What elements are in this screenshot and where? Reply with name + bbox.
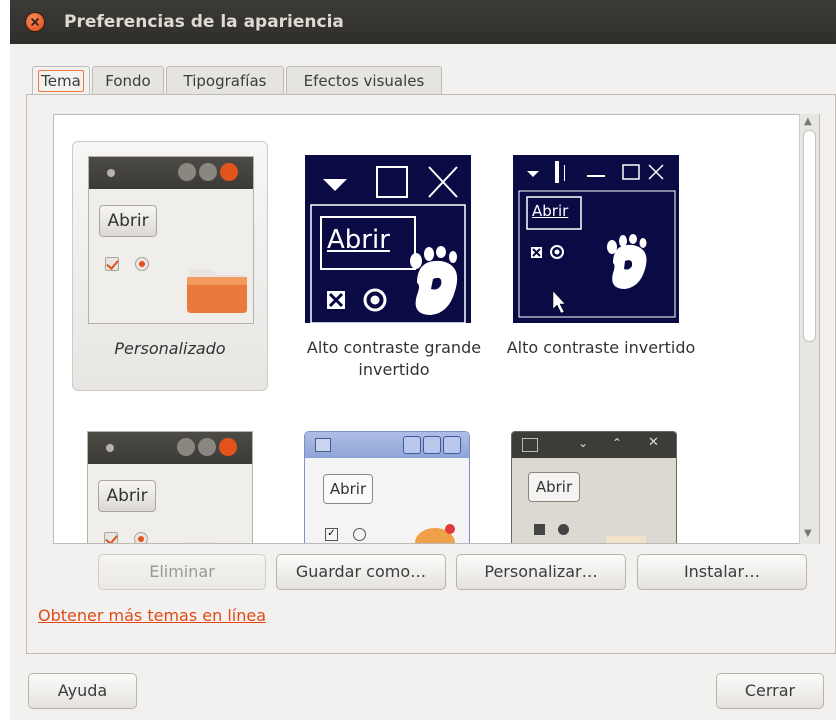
theme-label: Personalizado bbox=[114, 339, 226, 358]
minimize-icon bbox=[587, 175, 605, 177]
preview-button: Abrir bbox=[98, 480, 156, 512]
minimize-icon bbox=[178, 163, 196, 181]
customize-button[interactable]: Personalizar… bbox=[456, 554, 626, 590]
theme-preview: Abrir ✓ bbox=[304, 431, 470, 543]
close-icon bbox=[443, 436, 461, 454]
radio-icon bbox=[135, 257, 149, 271]
theme-preview: Abrir bbox=[305, 155, 471, 323]
tab-efectos-visuales[interactable]: Efectos visuales bbox=[286, 66, 442, 94]
minimize-icon bbox=[177, 438, 195, 456]
preview-button: Abrir bbox=[323, 474, 373, 504]
appearance-preferences-window: Preferencias de la apariencia Tema Fondo… bbox=[10, 0, 836, 720]
preview-button: Abrir bbox=[532, 202, 569, 220]
maximize-icon bbox=[622, 164, 640, 180]
checkbox-icon bbox=[104, 532, 118, 543]
preview-button: Abrir bbox=[528, 472, 580, 502]
title-bar: Preferencias de la apariencia bbox=[10, 0, 836, 44]
window-menu-icon bbox=[107, 169, 115, 177]
scrollbar-thumb[interactable] bbox=[803, 130, 816, 342]
theme-label: Alto contraste invertido bbox=[506, 338, 696, 357]
minimize-icon bbox=[403, 436, 421, 454]
tab-tipografias[interactable]: Tipografías bbox=[166, 66, 284, 94]
maximize-icon bbox=[423, 436, 441, 454]
close-button[interactable]: Cerrar bbox=[716, 673, 824, 709]
maximize-icon bbox=[376, 166, 408, 198]
radio-icon bbox=[558, 524, 569, 535]
theme-preview: Abrir bbox=[87, 431, 253, 543]
close-icon bbox=[219, 438, 237, 456]
preview-button: Abrir bbox=[327, 225, 390, 255]
scroll-down-icon[interactable]: ▼ bbox=[804, 528, 812, 539]
theme-preview: Abrir bbox=[513, 155, 679, 323]
close-icon bbox=[428, 166, 458, 198]
menu-down-icon bbox=[323, 179, 347, 191]
folder-icon bbox=[184, 542, 214, 543]
theme-item-alto-contraste-grande-invertido[interactable]: Abrir Alto contraste grande invertido bbox=[296, 141, 492, 391]
help-button[interactable]: Ayuda bbox=[28, 673, 137, 709]
maximize-icon bbox=[199, 163, 217, 181]
theme-item-personalizado[interactable]: Abrir Personalizado bbox=[72, 141, 268, 391]
checkbox-icon bbox=[534, 524, 545, 535]
chevron-up-icon: ⌃ bbox=[612, 436, 623, 450]
tab-tema[interactable]: Tema bbox=[32, 66, 90, 94]
delete-button[interactable]: Eliminar bbox=[98, 554, 266, 590]
chevron-down-icon: ⌄ bbox=[578, 436, 589, 450]
window-menu-icon bbox=[315, 438, 331, 452]
theme-item[interactable]: ⌄ ⌃ ✕ Abrir bbox=[511, 431, 707, 543]
radio-icon bbox=[134, 532, 148, 543]
close-icon: ✕ bbox=[648, 435, 659, 450]
theme-label: Alto contraste grande invertido bbox=[306, 338, 482, 379]
folder-icon bbox=[606, 536, 646, 543]
theme-list-scrollbar[interactable]: ▲ ▼ bbox=[799, 114, 819, 544]
window-menu-icon bbox=[522, 438, 538, 452]
folder-icon bbox=[187, 269, 247, 313]
more-themes-online-link[interactable]: Obtener más temas en línea bbox=[38, 606, 266, 625]
close-icon bbox=[648, 164, 664, 180]
checkbox-icon: ✓ bbox=[325, 528, 338, 541]
scroll-up-icon[interactable]: ▲ bbox=[804, 116, 812, 127]
theme-preview: ⌄ ⌃ ✕ Abrir bbox=[511, 431, 677, 543]
window-title: Preferencias de la apariencia bbox=[64, 12, 344, 32]
window-close-button[interactable] bbox=[26, 13, 44, 31]
menu-down-icon bbox=[527, 171, 539, 177]
theme-preview: Abrir bbox=[88, 156, 254, 324]
maximize-icon bbox=[198, 438, 216, 456]
close-icon bbox=[220, 163, 238, 181]
save-as-button[interactable]: Guardar como… bbox=[276, 554, 446, 590]
pointer-icon bbox=[552, 290, 566, 314]
tab-fondo[interactable]: Fondo bbox=[92, 66, 164, 94]
checkbox-icon bbox=[105, 257, 119, 271]
window-menu-icon bbox=[106, 444, 114, 452]
preview-button: Abrir bbox=[99, 205, 157, 237]
radio-icon bbox=[353, 528, 366, 541]
install-button[interactable]: Instalar… bbox=[637, 554, 807, 590]
theme-item[interactable]: Abrir bbox=[87, 431, 283, 543]
theme-list[interactable]: Abrir Personalizado Abrir Alto contraste… bbox=[53, 114, 820, 544]
theme-item-alto-contraste-invertido[interactable]: Abrir Alto contraste invertido bbox=[503, 141, 699, 391]
theme-item[interactable]: Abrir ✓ bbox=[304, 431, 500, 543]
